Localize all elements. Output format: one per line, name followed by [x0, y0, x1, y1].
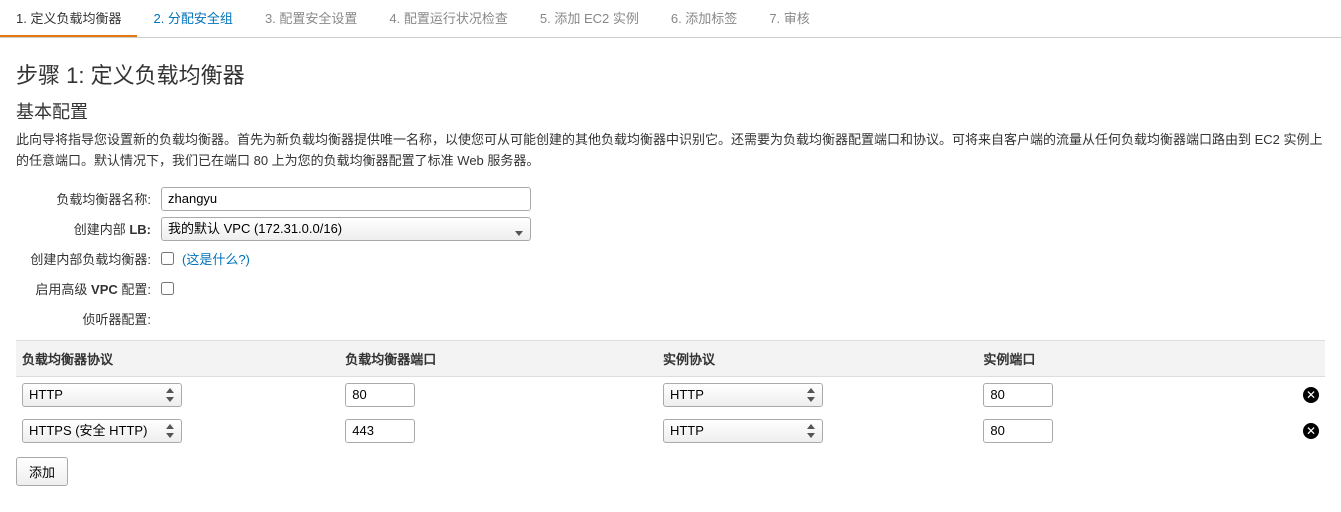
internal-lb-checkbox[interactable] [161, 252, 174, 265]
wizard-step-1[interactable]: 1. 定义负载均衡器 [0, 0, 137, 37]
lb-protocol-select[interactable]: HTTPS (安全 HTTP) [22, 419, 182, 443]
lb-protocol-select[interactable]: HTTP [22, 383, 182, 407]
wizard-step-4[interactable]: 4. 配置运行状况检查 [373, 0, 523, 37]
remove-listener-icon[interactable]: ✕ [1303, 423, 1319, 439]
basic-config-form: 负载均衡器名称: 创建内部 LB: 我的默认 VPC (172.31.0.0/1… [16, 186, 1325, 332]
section-title: 基本配置 [16, 98, 1325, 124]
col-inst-protocol: 实例协议 [657, 340, 977, 376]
instance-port-input[interactable] [983, 419, 1053, 443]
listener-row: HTTP HTTP ✕ [16, 376, 1325, 413]
instance-protocol-select[interactable]: HTTP [663, 383, 823, 407]
lb-name-label: 负载均衡器名称: [16, 189, 161, 208]
wizard-step-5[interactable]: 5. 添加 EC2 实例 [524, 0, 655, 37]
remove-listener-icon[interactable]: ✕ [1303, 387, 1319, 403]
col-inst-port: 实例端口 [977, 340, 1295, 376]
internal-lb-help-link[interactable]: (这是什么?) [182, 249, 250, 268]
add-listener-button[interactable]: 添加 [16, 457, 68, 486]
listener-row: HTTPS (安全 HTTP) HTTP ✕ [16, 413, 1325, 449]
instance-protocol-select[interactable]: HTTP [663, 419, 823, 443]
wizard-step-2[interactable]: 2. 分配安全组 [137, 0, 248, 37]
create-in-label: 创建内部 LB: [16, 219, 161, 238]
wizard-step-6[interactable]: 6. 添加标签 [655, 0, 753, 37]
internal-lb-label: 创建内部负载均衡器: [16, 249, 161, 268]
lb-port-input[interactable] [345, 383, 415, 407]
listener-table: 负载均衡器协议 负载均衡器端口 实例协议 实例端口 HTTPHTTP✕HTTPS… [16, 340, 1325, 449]
adv-vpc-label: 启用高级 VPC 配置: [16, 279, 161, 298]
adv-vpc-checkbox[interactable] [161, 282, 174, 295]
wizard-steps: 1. 定义负载均衡器2. 分配安全组3. 配置安全设置4. 配置运行状况检查5.… [0, 0, 1341, 38]
page-description: 此向导将指导您设置新的负载均衡器。首先为新负载均衡器提供唯一名称，以使您可从可能… [16, 130, 1325, 172]
lb-name-input[interactable] [161, 187, 531, 211]
page-title: 步骤 1: 定义负载均衡器 [16, 58, 1325, 90]
listener-config-label: 侦听器配置: [16, 309, 161, 328]
vpc-select[interactable]: 我的默认 VPC (172.31.0.0/16) [161, 217, 531, 241]
lb-port-input[interactable] [345, 419, 415, 443]
col-lb-protocol: 负载均衡器协议 [16, 340, 339, 376]
col-lb-port: 负载均衡器端口 [339, 340, 657, 376]
wizard-step-3[interactable]: 3. 配置安全设置 [249, 0, 373, 37]
instance-port-input[interactable] [983, 383, 1053, 407]
wizard-step-7[interactable]: 7. 审核 [753, 0, 825, 37]
listener-rows: HTTP HTTP ✕ HTTPS (安全 HTTP) HTTP ✕ [16, 376, 1325, 449]
